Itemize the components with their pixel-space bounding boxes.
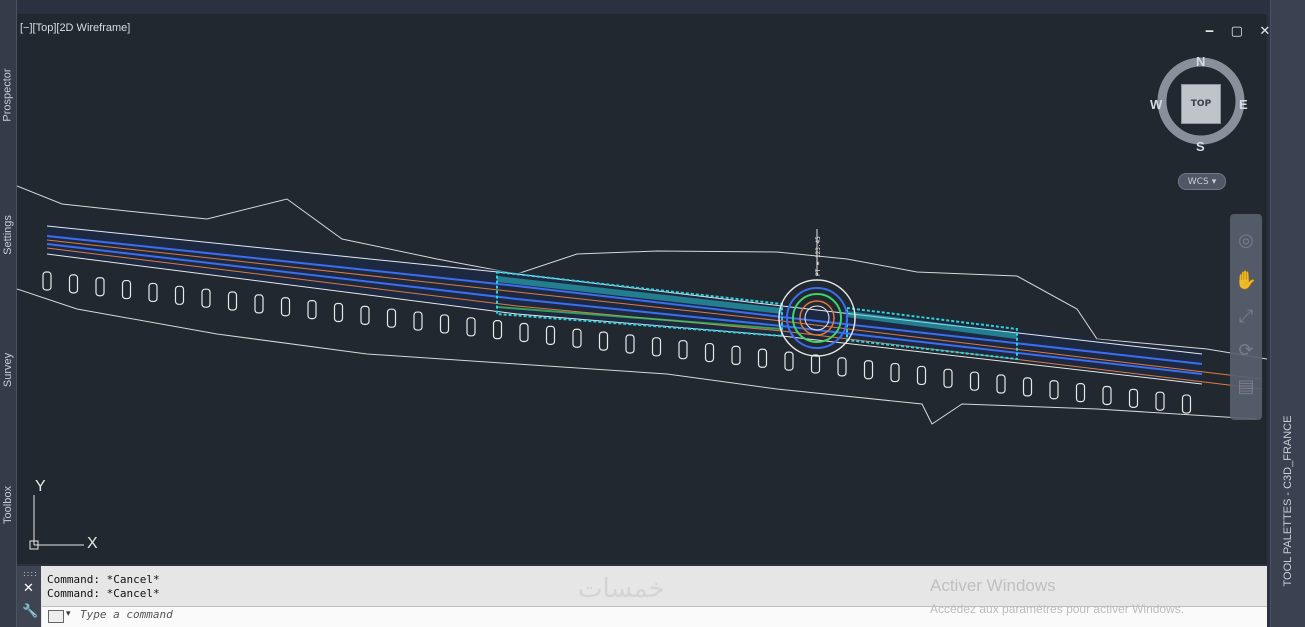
station-marker (784, 351, 794, 371)
station-marker (519, 322, 529, 343)
station-marker (360, 305, 370, 325)
viewcube-east[interactable]: E (1239, 97, 1248, 112)
station-marker (757, 348, 768, 368)
tool-palettes-tab[interactable]: TOOL PALETTES - C3D_FRANCE (1271, 379, 1305, 619)
station-marker (678, 340, 688, 360)
chevron-down-icon[interactable]: ▾ (66, 609, 71, 619)
station-marker (1022, 377, 1033, 397)
wrench-icon[interactable]: 🔧 (22, 604, 38, 619)
tab-survey-label: Survey (2, 352, 14, 388)
station-marker (227, 291, 238, 311)
pan-icon[interactable]: ✋ (1234, 268, 1258, 292)
station-marker (572, 328, 582, 348)
station-marker (545, 325, 556, 345)
station-marker (1155, 391, 1165, 411)
station-marker (1049, 380, 1059, 400)
right-palette-strip[interactable]: TOOL PALETTES - C3D_FRANCE (1270, 0, 1305, 627)
ucs-y-label: Y (35, 478, 46, 495)
ucs-x-label: X (87, 535, 98, 552)
station-marker (466, 317, 476, 337)
station-marker (810, 354, 821, 374)
station-marker (943, 368, 953, 388)
viewcube-south[interactable]: S (1196, 139, 1205, 154)
station-marker (625, 334, 635, 354)
orbit-icon[interactable]: ⟳ (1234, 338, 1258, 362)
station-marker (969, 371, 980, 391)
watermark: خمسات (578, 574, 665, 604)
station-marker (386, 308, 397, 328)
road-corridor (46, 224, 1263, 390)
steering-wheel-icon[interactable]: ◎ (1234, 228, 1258, 252)
tab-prospector-label: Prospector (2, 68, 15, 122)
station-marker (1181, 394, 1192, 414)
tab-survey[interactable]: Survey (0, 330, 17, 410)
station-marker (704, 342, 715, 363)
left-palette-strip: Prospector Settings Survey Toolbox (0, 0, 17, 627)
tab-settings-label: Settings (2, 215, 14, 255)
station-marker (651, 337, 662, 357)
recent-commands-icon[interactable] (48, 610, 64, 623)
viewcube-west[interactable]: W (1150, 97, 1162, 112)
station-marker (68, 274, 79, 294)
tab-prospector[interactable]: Prospector (0, 50, 17, 140)
activate-windows-title: Activer Windows (930, 576, 1056, 595)
wcs-selector[interactable]: WCS ▾ (1178, 173, 1226, 190)
station-marker (863, 360, 874, 380)
viewcube-north[interactable]: N (1196, 54, 1205, 69)
station-marker (201, 288, 211, 308)
close-icon[interactable]: ✕ (23, 581, 34, 596)
station-marker (598, 331, 609, 351)
station-marker (890, 362, 900, 383)
station-marker (307, 300, 317, 320)
zoom-extents-icon[interactable]: ⤢ (1234, 304, 1258, 328)
station-marker (121, 279, 132, 300)
station-marker (95, 277, 105, 297)
station-marker (1102, 385, 1112, 406)
wcs-label: WCS (1187, 176, 1209, 187)
station-marker (837, 357, 847, 377)
command-placeholder: Type a command (80, 608, 173, 621)
station-marker (439, 314, 450, 334)
station-marker (148, 282, 158, 303)
station-marker (1128, 388, 1139, 408)
grip-icon[interactable]: :::: (23, 569, 38, 578)
viewcube-top-face[interactable]: TOP (1181, 84, 1221, 124)
command-history-line-2: Command: *Cancel* (47, 587, 160, 600)
station-marker (174, 285, 185, 305)
station-marker (254, 294, 264, 314)
chevron-down-icon: ▾ (1211, 176, 1217, 187)
ucs-icon: Y X (29, 478, 98, 552)
station-marker (333, 302, 344, 323)
tab-settings[interactable]: Settings (0, 195, 17, 275)
station-marker (996, 374, 1006, 394)
navigation-bar[interactable]: ◎ ✋ ⤢ ⟳ ▤ (1230, 214, 1262, 420)
command-history-line-1: Command: *Cancel* (47, 573, 160, 586)
road-plan-drawing[interactable]: PT = 123.45 (17, 14, 1267, 564)
station-marker (731, 345, 741, 366)
tab-toolbox[interactable]: Toolbox (0, 470, 17, 540)
station-marker (280, 297, 291, 317)
station-marker (492, 320, 503, 340)
station-marker (1075, 383, 1086, 403)
tab-toolbox-label: Toolbox (2, 486, 15, 524)
station-marker (413, 311, 423, 331)
station-marker (42, 271, 52, 291)
station-marker (916, 365, 927, 386)
station-label: PT = 123.45 (815, 236, 822, 276)
tool-palettes-title: TOOL PALETTES - C3D_FRANCE (1282, 415, 1294, 587)
command-window-handle[interactable]: :::: ✕ 🔧 (17, 566, 41, 627)
showmotion-icon[interactable]: ▤ (1234, 374, 1258, 398)
activate-windows-subtitle: Accédez aux paramètres pour activer Wind… (930, 602, 1185, 616)
